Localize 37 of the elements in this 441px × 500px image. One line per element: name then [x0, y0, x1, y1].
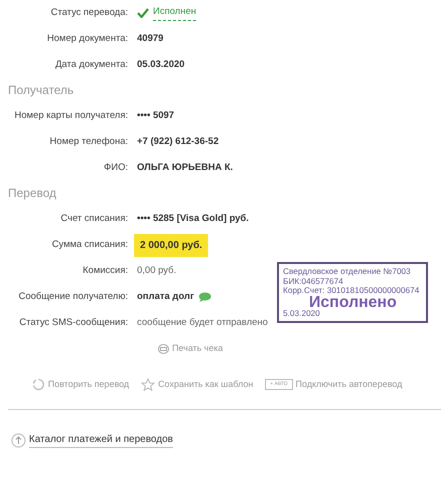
field-label: Статус SMS-сообщения: — [18, 316, 128, 330]
check-icon — [137, 8, 149, 18]
field-value: •••• 5097 — [137, 108, 174, 123]
field-value: сообщение будет отправлено — [137, 316, 268, 330]
field-value: 40979 — [137, 32, 164, 46]
refresh-icon — [32, 378, 45, 391]
field-label: ФИО: — [102, 160, 128, 175]
field-label: Сумма списания: — [50, 238, 128, 252]
stamp-status: Исполнено — [309, 294, 398, 311]
stamp-text: Корр.Счет: 30101810500000000674 — [283, 286, 420, 296]
stamp-text: Свердловское отделение №7003 — [283, 267, 412, 277]
field-value: ОЛЬГА ЮРЬЕВНА К. — [137, 160, 233, 175]
catalog-link[interactable]: Каталог платежей и переводов — [29, 432, 173, 448]
print-link[interactable]: Печать чека — [158, 342, 223, 356]
field-label: Счет списания: — [60, 212, 128, 226]
field-value: +7 (922) 612-36-52 — [137, 134, 219, 149]
action-link[interactable]: Сохранить как шаблон — [141, 378, 254, 391]
field-value: 0,00 руб. — [137, 264, 176, 278]
action-link[interactable]: Повторить перевод — [32, 378, 130, 391]
field-label: Сообщение получателю: — [18, 290, 128, 304]
status-value: Исполнен — [153, 5, 196, 21]
field-label: Номер телефона: — [48, 134, 128, 149]
amount-value: 2 000,00 руб. — [134, 234, 208, 256]
field-value: •••• 5285 [Visa Gold] руб. — [137, 212, 249, 226]
star-icon — [141, 378, 156, 391]
section-heading: Перевод — [7, 185, 58, 202]
stamp-text: БИК:046577674 — [283, 276, 344, 286]
field-label: Статус перевода: — [50, 6, 128, 20]
field-label: Номер документа: — [46, 32, 128, 46]
field-label: Комиссия: — [82, 264, 128, 278]
speech-bubble-icon — [198, 292, 212, 302]
field-value: оплата долг — [137, 290, 194, 304]
field-label: Номер карты получателя: — [14, 108, 128, 123]
section-heading: Получатель — [7, 82, 75, 99]
field-value: 05.03.2020 — [137, 58, 185, 72]
stamp-date: 5.03.2020 — [283, 308, 321, 318]
field-label: Дата документа: — [54, 58, 128, 72]
